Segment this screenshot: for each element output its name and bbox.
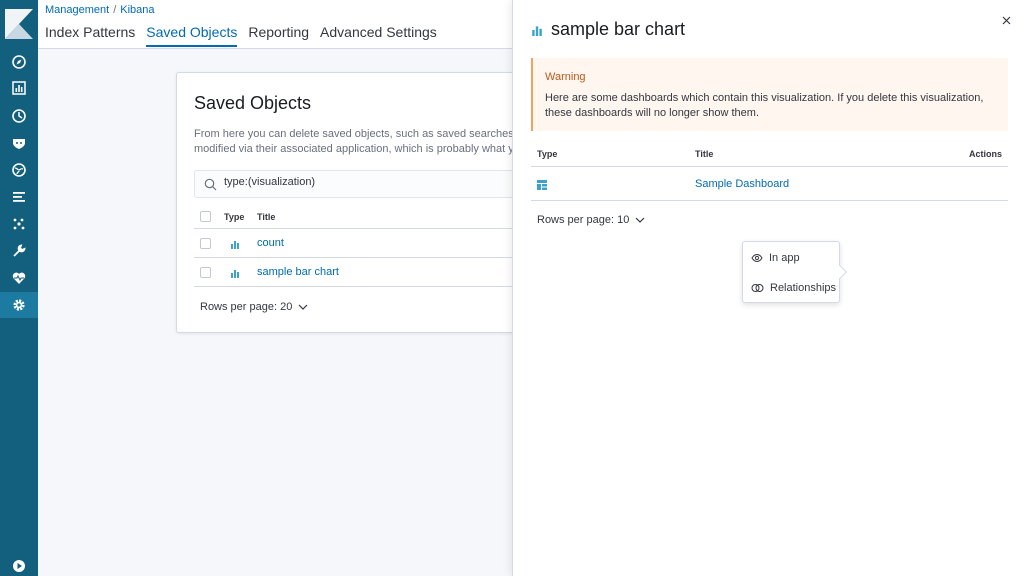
tab-reporting[interactable]: Reporting xyxy=(248,24,309,47)
breadcrumb-separator: / xyxy=(113,4,117,16)
column-type[interactable]: Type xyxy=(537,149,557,159)
warning-title: Warning xyxy=(545,71,586,83)
management-tabs: Index Patterns Saved Objects Reporting A… xyxy=(45,24,437,47)
close-icon xyxy=(1002,16,1010,24)
tab-saved-objects[interactable]: Saved Objects xyxy=(146,24,238,47)
flyout-title: sample bar chart xyxy=(531,19,685,40)
row-checkbox[interactable] xyxy=(200,267,211,278)
row-title-link[interactable]: count xyxy=(257,237,284,249)
tab-advanced-settings[interactable]: Advanced Settings xyxy=(320,24,437,47)
select-all-checkbox[interactable] xyxy=(200,211,211,222)
in-app-action[interactable]: In app xyxy=(751,252,800,264)
ml-icon[interactable] xyxy=(0,211,38,237)
table-header: Type Title xyxy=(194,203,534,229)
chevron-down-icon xyxy=(635,217,645,223)
row-title-link[interactable]: sample bar chart xyxy=(257,266,339,278)
breadcrumb: Management / Kibana xyxy=(45,4,155,16)
eye-icon xyxy=(751,253,763,263)
warning-callout: Warning Here are some dashboards which c… xyxy=(531,58,1008,131)
visualization-icon xyxy=(532,25,542,36)
logs-icon[interactable] xyxy=(0,184,38,210)
close-button[interactable] xyxy=(998,12,1014,28)
kibana-logo[interactable] xyxy=(5,9,33,39)
column-type[interactable]: Type xyxy=(224,212,244,222)
table-row: count xyxy=(194,229,534,258)
actions-popover: In app Relationships xyxy=(742,241,848,303)
flyout-table-header: Type Title Actions xyxy=(531,140,1008,167)
row-checkbox[interactable] xyxy=(200,238,211,249)
rows-per-page-button[interactable]: Rows per page: 10 xyxy=(537,214,645,226)
rows-per-page-label: Rows per page: 10 xyxy=(537,214,630,226)
saved-objects-panel: Saved Objects From here you can delete s… xyxy=(176,72,536,333)
breadcrumb-kibana[interactable]: Kibana xyxy=(120,4,154,16)
link-rings-icon xyxy=(751,284,764,292)
column-title[interactable]: Title xyxy=(257,212,275,222)
security-icon[interactable] xyxy=(0,130,38,156)
breadcrumb-management[interactable]: Management xyxy=(45,4,109,16)
management-gear-icon[interactable] xyxy=(0,292,38,318)
visualize-icon[interactable] xyxy=(0,75,38,101)
timelion-icon[interactable] xyxy=(0,103,38,129)
in-app-label: In app xyxy=(769,252,800,264)
table-row: sample bar chart xyxy=(194,258,534,287)
discover-icon[interactable] xyxy=(0,49,38,75)
tab-index-patterns[interactable]: Index Patterns xyxy=(45,24,135,47)
relationships-action[interactable]: Relationships xyxy=(751,282,836,294)
collapse-nav-icon[interactable] xyxy=(0,553,38,576)
search-icon xyxy=(204,178,217,191)
maps-icon[interactable] xyxy=(0,157,38,183)
warning-body: Here are some dashboards which contain t… xyxy=(545,92,984,119)
visualization-icon xyxy=(231,270,239,278)
chevron-down-icon xyxy=(298,304,308,310)
sidebar xyxy=(0,0,38,576)
table-row: Sample Dashboard xyxy=(531,167,1008,201)
column-actions: Actions xyxy=(968,149,1002,159)
search-bar[interactable] xyxy=(194,170,535,198)
description-line-2: modified via their associated applicatio… xyxy=(194,143,527,155)
visualization-icon xyxy=(231,241,239,249)
flyout-title-text: sample bar chart xyxy=(551,19,686,39)
monitoring-icon[interactable] xyxy=(0,265,38,291)
relationships-label: Relationships xyxy=(770,282,837,294)
column-title[interactable]: Title xyxy=(695,149,713,159)
page-title: Saved Objects xyxy=(194,93,312,113)
dashboard-icon xyxy=(537,180,547,190)
dev-tools-icon[interactable] xyxy=(0,238,38,264)
rows-per-page-label: Rows per page: 20 xyxy=(200,301,293,313)
description-line-1: From here you can delete saved objects, … xyxy=(194,128,536,140)
row-title-link[interactable]: Sample Dashboard xyxy=(695,178,789,190)
search-input[interactable] xyxy=(224,176,524,188)
page-description: From here you can delete saved objects, … xyxy=(194,127,536,157)
rows-per-page-button[interactable]: Rows per page: 20 xyxy=(200,301,308,313)
